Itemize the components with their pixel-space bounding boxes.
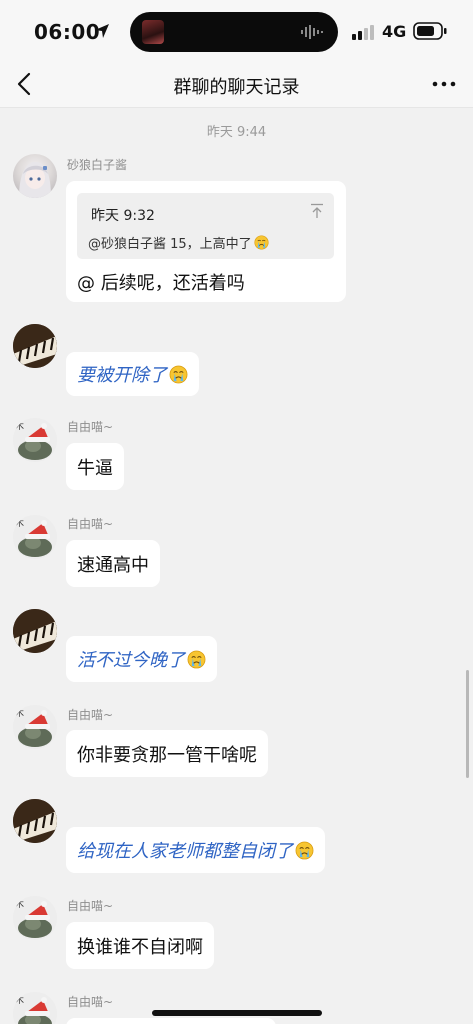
quoted-time: 昨天 9:32: [91, 208, 155, 224]
piano-avatar-icon: [13, 609, 57, 653]
sender-name: 自由喵~: [67, 420, 114, 434]
crying-emoji-icon: [254, 235, 269, 250]
now-playing-thumbnail: [142, 20, 164, 44]
cat-avatar-icon: 木: [13, 515, 57, 559]
chat-history-list[interactable]: 昨天 9:44 砂狼白子酱 昨天 9:32 @砂狼白子酱 15，上高中了 @ 后…: [0, 108, 473, 1024]
svg-text:木: 木: [15, 420, 24, 432]
message-bubble[interactable]: 牛逼: [66, 443, 124, 490]
sender-name: 自由喵~: [67, 995, 114, 1009]
status-bar: 06:00 4G: [0, 0, 473, 62]
sender-avatar[interactable]: [13, 324, 57, 368]
message-bubble[interactable]: 换谁谁不自闭啊: [66, 922, 214, 969]
message-timestamp: 昨天 9:44: [206, 125, 267, 140]
sender-avatar[interactable]: 木: [13, 515, 57, 559]
message-bubble[interactable]: 速通高中: [66, 540, 160, 587]
message-text: 要被开除了: [77, 365, 167, 386]
anime-avatar-icon: [19, 162, 51, 198]
message-text: @ 后续呢，还活着吗: [77, 273, 245, 294]
sender-name: 砂狼白子酱: [67, 158, 128, 172]
cat-avatar-icon: 木: [13, 705, 57, 749]
sender-name: 自由喵~: [67, 899, 114, 913]
sender-avatar[interactable]: 木: [13, 705, 57, 749]
sender-avatar[interactable]: 木: [13, 418, 57, 462]
message-text: 活不过今晚了: [77, 650, 185, 671]
quoted-message[interactable]: 昨天 9:32 @砂狼白子酱 15，上高中了: [77, 193, 334, 259]
sender-avatar[interactable]: [13, 609, 57, 653]
audio-wave-icon: [301, 25, 323, 39]
message-bubble[interactable]: 活不过今晚了: [66, 636, 217, 682]
message-bubble[interactable]: 昨天 9:32 @砂狼白子酱 15，上高中了 @ 后续呢，还活着吗: [66, 181, 346, 302]
sender-avatar[interactable]: [13, 799, 57, 843]
location-arrow-icon: [95, 24, 109, 38]
crying-emoji-icon: [169, 365, 188, 383]
message-text: 换谁谁不自闭啊: [77, 936, 203, 958]
cat-avatar-icon: 木: [13, 418, 57, 462]
network-type: 4G: [382, 22, 407, 41]
message-text: 速通高中: [77, 554, 149, 576]
piano-avatar-icon: [13, 324, 57, 368]
navigation-bar: 群聊的聊天记录: [0, 62, 473, 108]
chat-history-screen: 06:00 4G 群聊的聊天记录 昨天 9:44 砂狼白子酱 昨天 9:32 @…: [0, 0, 473, 1024]
cat-avatar-icon: 木: [13, 896, 57, 940]
crying-emoji-icon: [187, 650, 206, 668]
quoted-text-content: @砂狼白子酱 15，上高中了: [88, 237, 252, 252]
piano-avatar-icon: [13, 799, 57, 843]
status-time: 06:00: [34, 20, 101, 44]
svg-text:木: 木: [15, 994, 24, 1006]
dynamic-island[interactable]: [130, 12, 338, 52]
sender-avatar[interactable]: [13, 154, 57, 198]
sender-name: 自由喵~: [67, 517, 114, 531]
svg-text:木: 木: [15, 707, 24, 719]
message-bubble[interactable]: 要被开除了: [66, 352, 199, 396]
sender-avatar[interactable]: 木: [13, 992, 57, 1024]
sender-name: 自由喵~: [67, 708, 114, 722]
jump-to-top-icon[interactable]: [310, 203, 324, 219]
message-text: 给现在人家老师都整自闭了: [77, 841, 293, 862]
message-text: 你非要贪那一管干啥呢: [77, 744, 257, 766]
quoted-text: @砂狼白子酱 15，上高中了: [88, 233, 269, 252]
battery-icon: [413, 22, 447, 40]
page-title: 群聊的聊天记录: [173, 77, 300, 98]
cat-avatar-icon: 木: [13, 992, 57, 1024]
message-bubble[interactable]: 给现在人家老师都整自闭了: [66, 827, 325, 873]
ellipsis-icon[interactable]: [429, 70, 459, 98]
home-indicator[interactable]: [152, 1010, 322, 1016]
crying-emoji-icon: [295, 841, 314, 859]
signal-icon: [352, 25, 374, 40]
message-text: 牛逼: [77, 457, 113, 479]
message-bubble[interactable]: [66, 1018, 276, 1024]
svg-text:木: 木: [15, 517, 24, 529]
sender-avatar[interactable]: 木: [13, 896, 57, 940]
svg-text:木: 木: [15, 898, 24, 910]
scrollbar-thumb[interactable]: [466, 670, 469, 778]
message-bubble[interactable]: 你非要贪那一管干啥呢: [66, 730, 268, 777]
